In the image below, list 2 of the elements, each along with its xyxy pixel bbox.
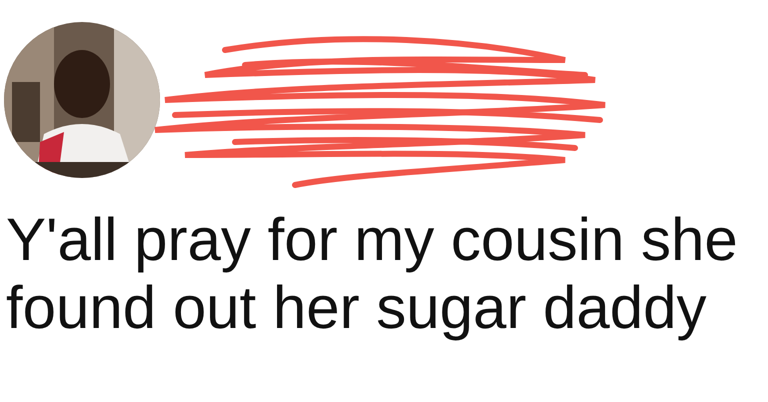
post-text-line: Y'all pray for my cousin she [6,206,738,274]
post-text-line: found out her sugar daddy [6,274,707,342]
